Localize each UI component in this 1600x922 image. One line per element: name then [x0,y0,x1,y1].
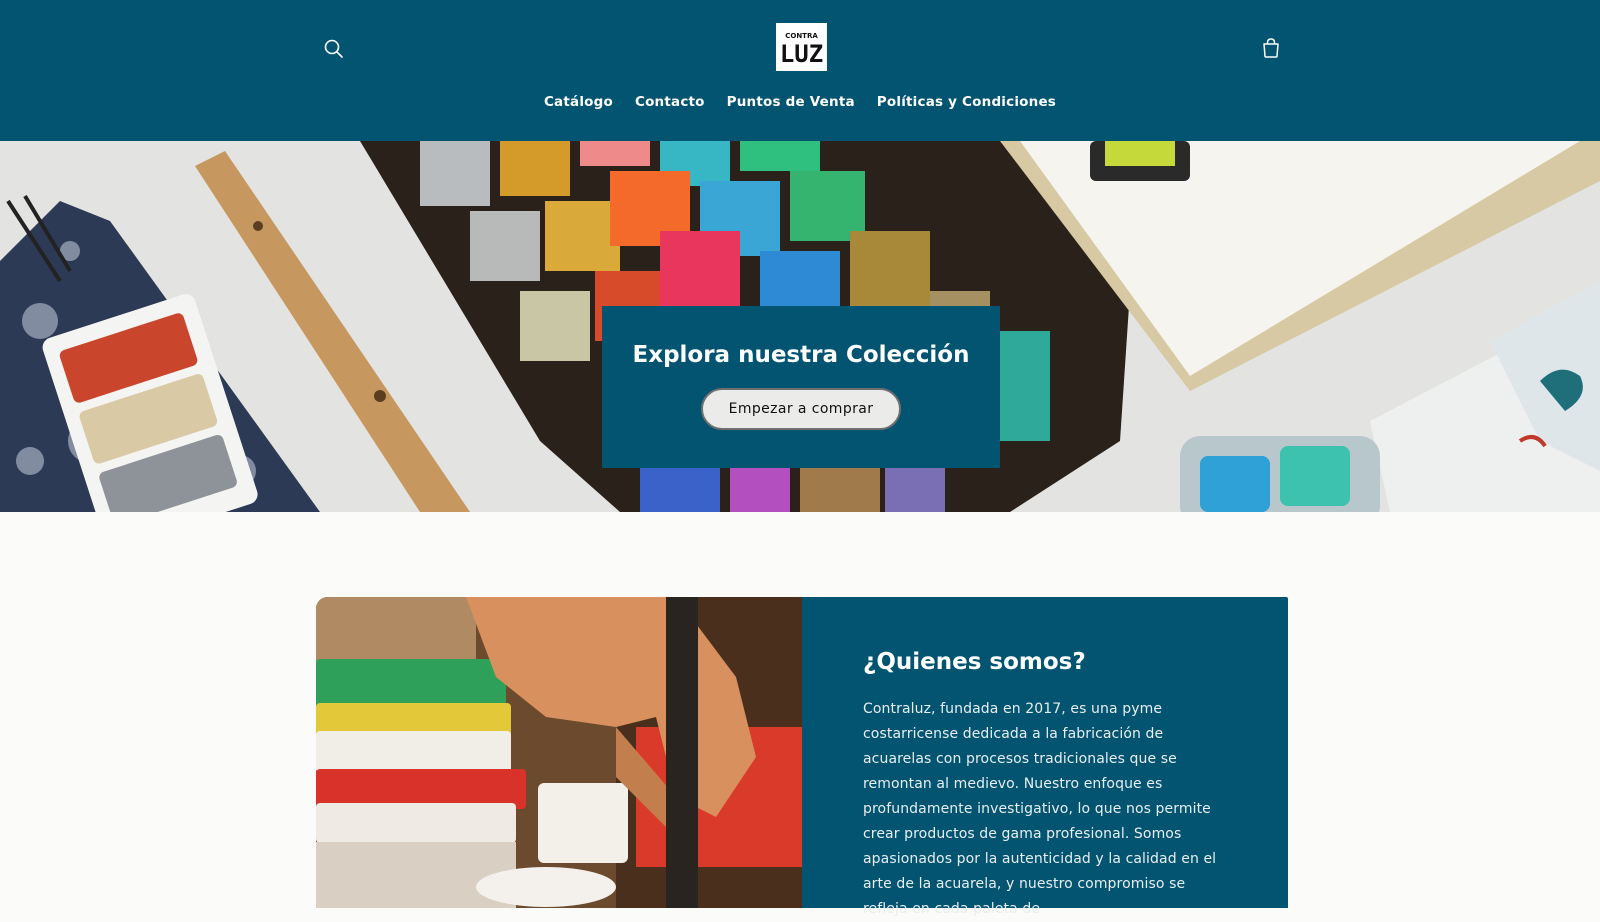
site-header: CONTRA LUZ Catálogo Contacto Puntos de V… [0,0,1600,141]
hero-banner: Explora nuestra Colección Empezar a comp… [0,141,1600,512]
start-shopping-button[interactable]: Empezar a comprar [701,388,901,430]
about-image [316,597,802,908]
nav-item-politicas[interactable]: Políticas y Condiciones [877,94,1056,110]
hero-title: Explora nuestra Colección [632,342,970,368]
nav-item-puntos-de-venta[interactable]: Puntos de Venta [727,94,855,110]
about-text: Contraluz, fundada en 2017, es una pyme … [863,701,1217,917]
cart-icon[interactable] [1256,33,1286,63]
logo-main-text: LUZ [780,40,823,68]
logo-top-text: CONTRA [785,32,818,40]
site-logo[interactable]: CONTRA LUZ [776,23,827,71]
main-nav: Catálogo Contacto Puntos de Venta Políti… [0,94,1600,110]
hero-overlay-box: Explora nuestra Colección Empezar a comp… [602,306,1000,468]
search-icon[interactable] [320,35,348,63]
about-title: ¿Quienes somos? [863,649,1086,675]
nav-item-contacto[interactable]: Contacto [635,94,705,110]
about-panel: ¿Quienes somos? Contraluz, fundada en 20… [802,597,1288,917]
nav-item-catalogo[interactable]: Catálogo [544,94,613,110]
